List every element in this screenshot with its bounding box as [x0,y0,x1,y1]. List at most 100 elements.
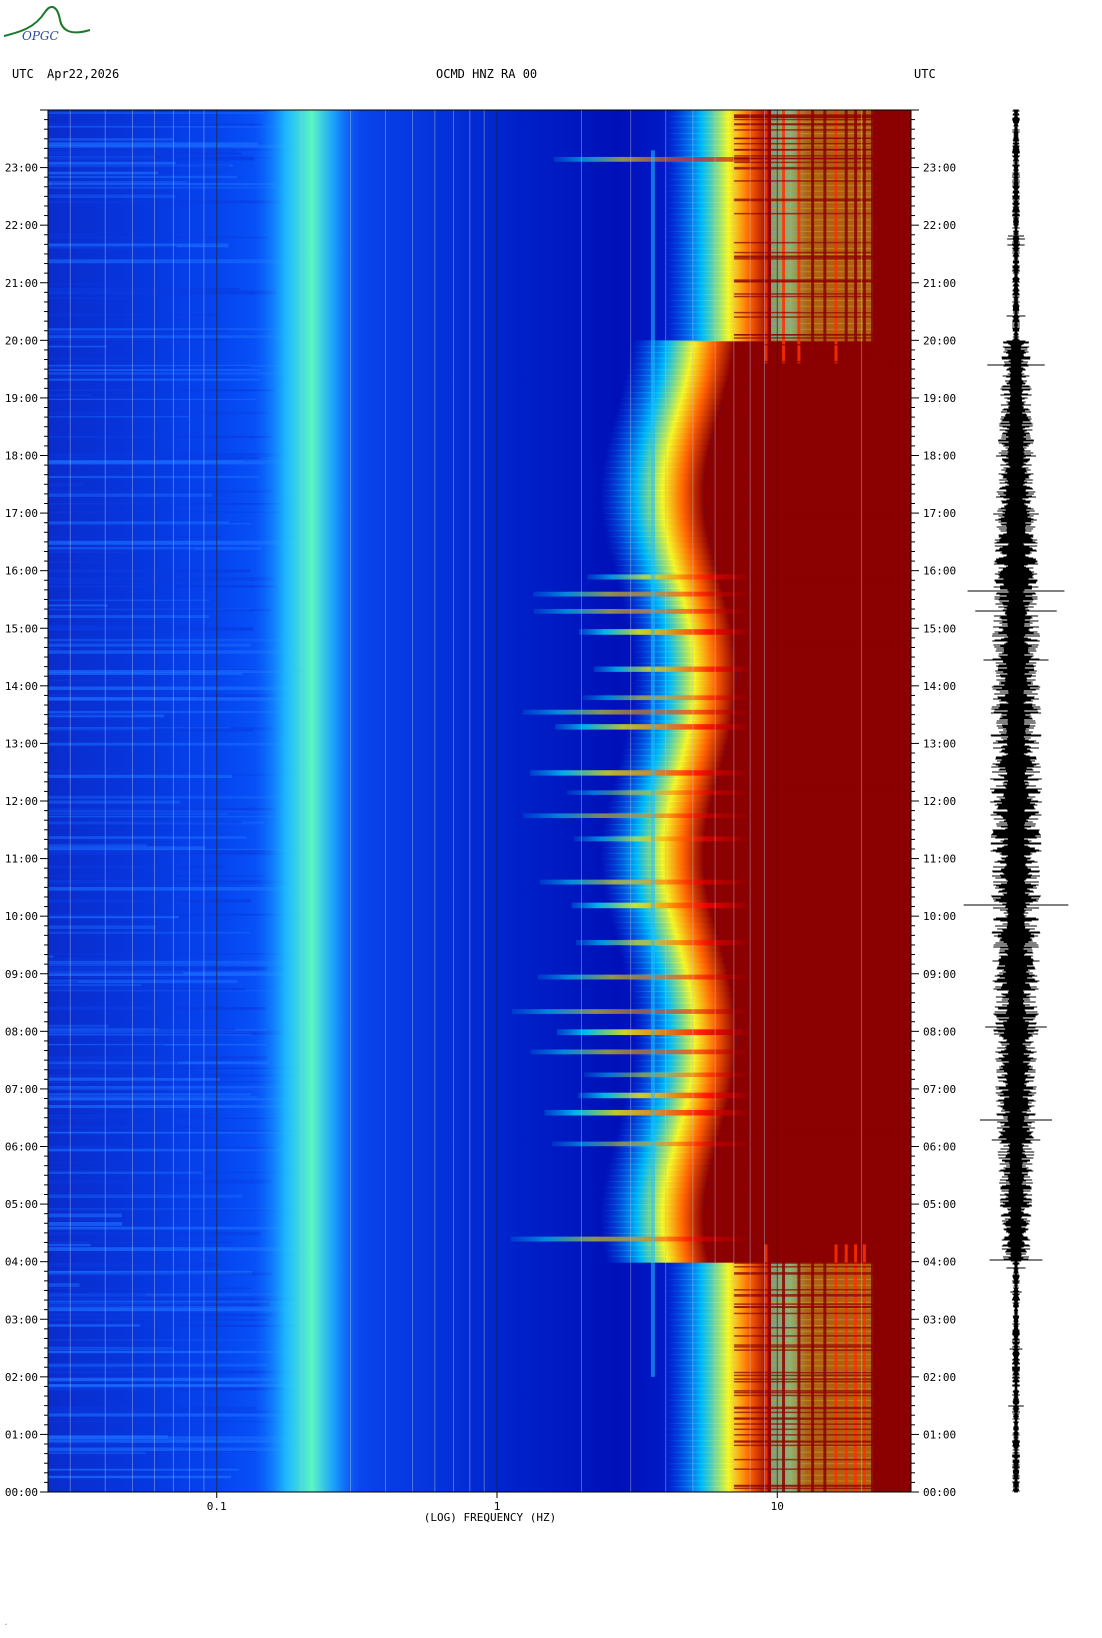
noise-streak [48,569,250,573]
hf-saturation [732,628,911,636]
event-streak [530,1049,751,1055]
hf-saturation [728,610,911,618]
noise-streak [48,369,261,371]
noise-streak [48,1406,257,1410]
hf-saturation [724,593,911,601]
noise-streak [48,813,228,815]
noise-streak [48,1272,273,1276]
hf-front [631,1002,735,1010]
hf-streak [733,1344,874,1346]
noise-streak [48,581,167,585]
hf-front [631,340,735,348]
hf-saturation [736,674,911,682]
hf-saturation [735,1014,911,1021]
hf-saturation [704,1227,911,1234]
noise-streak [48,1060,178,1064]
noise-streak [48,157,273,159]
hf-front [624,374,728,382]
hf-streak [733,1346,874,1348]
hf-streak [733,1391,874,1394]
hf-line [764,1244,768,1492]
hf-front [606,806,710,814]
hf-saturation [735,691,911,699]
event-streak [579,629,751,635]
y-tick-label-right: 10:00 [923,910,956,923]
x-tick-label: 10 [771,1500,784,1513]
noise-streak [48,329,176,334]
hf-saturation [723,950,911,958]
hf-front [632,1019,736,1027]
y-tick-label-right: 05:00 [923,1198,956,1211]
y-tick-label-left: 07:00 [5,1083,38,1096]
hf-front [664,265,772,273]
hf-front [603,1181,707,1188]
hf-saturation [705,1192,911,1200]
noise-streak [48,297,129,300]
noise-streak [48,1161,190,1163]
hf-saturation [735,1048,911,1056]
hf-saturation [703,864,911,872]
hf-front [603,887,707,895]
hf-front [623,743,727,751]
noise-streak [48,550,133,554]
hf-front [603,524,707,532]
y-tick-label-left: 12:00 [5,795,38,808]
hf-streak [733,1326,874,1329]
noise-streak [48,679,108,682]
hf-saturation [716,777,911,785]
hf-line [854,110,858,364]
hf-saturation [725,599,911,607]
hf-front [664,184,772,192]
hf-saturation [703,858,911,866]
hf-saturation [711,547,911,555]
hf-line [834,1244,838,1492]
hf-front [603,818,707,826]
hf-front [613,927,717,935]
hf-front [620,392,724,399]
hf-saturation [730,726,911,733]
noise-streak [48,865,224,869]
event-streak [523,813,751,819]
hf-saturation [706,461,911,469]
hf-saturation [710,801,911,808]
event-streak [583,1072,751,1078]
hf-front [619,1117,723,1125]
hf-saturation [736,662,911,670]
y-tick-label-right: 17:00 [923,507,956,520]
hf-front [664,282,772,290]
hf-front [664,1474,772,1482]
noise-streak [48,338,224,341]
time-axis-right: 00:00 01:00 02:00 03:00 04:00 05:00 06:00 07:00… [911,109,956,1499]
hf-front [664,305,772,313]
hf-streak [733,1406,874,1409]
hf-top-saturation [873,110,911,364]
hf-front [618,397,722,405]
hf-saturation [726,962,911,969]
hf-streak [733,251,874,254]
hf-front [628,357,732,365]
hf-saturation [705,829,911,837]
hf-front [664,138,772,146]
hf-front [620,754,724,762]
hf-front [617,403,721,411]
y-tick-label-right: 14:00 [923,680,956,693]
hf-saturation [703,1215,911,1223]
hf-saturation [714,921,911,929]
hf-saturation [712,432,911,440]
hf-saturation [707,1175,911,1183]
hf-saturation [706,887,911,895]
noise-streak [48,627,254,631]
noise-streak [48,1114,208,1118]
hf-saturation [736,1025,911,1033]
hf-saturation [705,467,911,474]
noise-streak [48,727,285,731]
hf-saturation [721,582,911,589]
hf-line [811,110,815,364]
y-tick-label-right: 18:00 [923,450,956,463]
hf-front [664,1399,772,1407]
noise-streak [48,313,220,316]
hf-streak [733,1306,874,1308]
hf-saturation [722,1117,911,1125]
hf-saturation [726,743,911,751]
hf-saturation [736,668,911,676]
